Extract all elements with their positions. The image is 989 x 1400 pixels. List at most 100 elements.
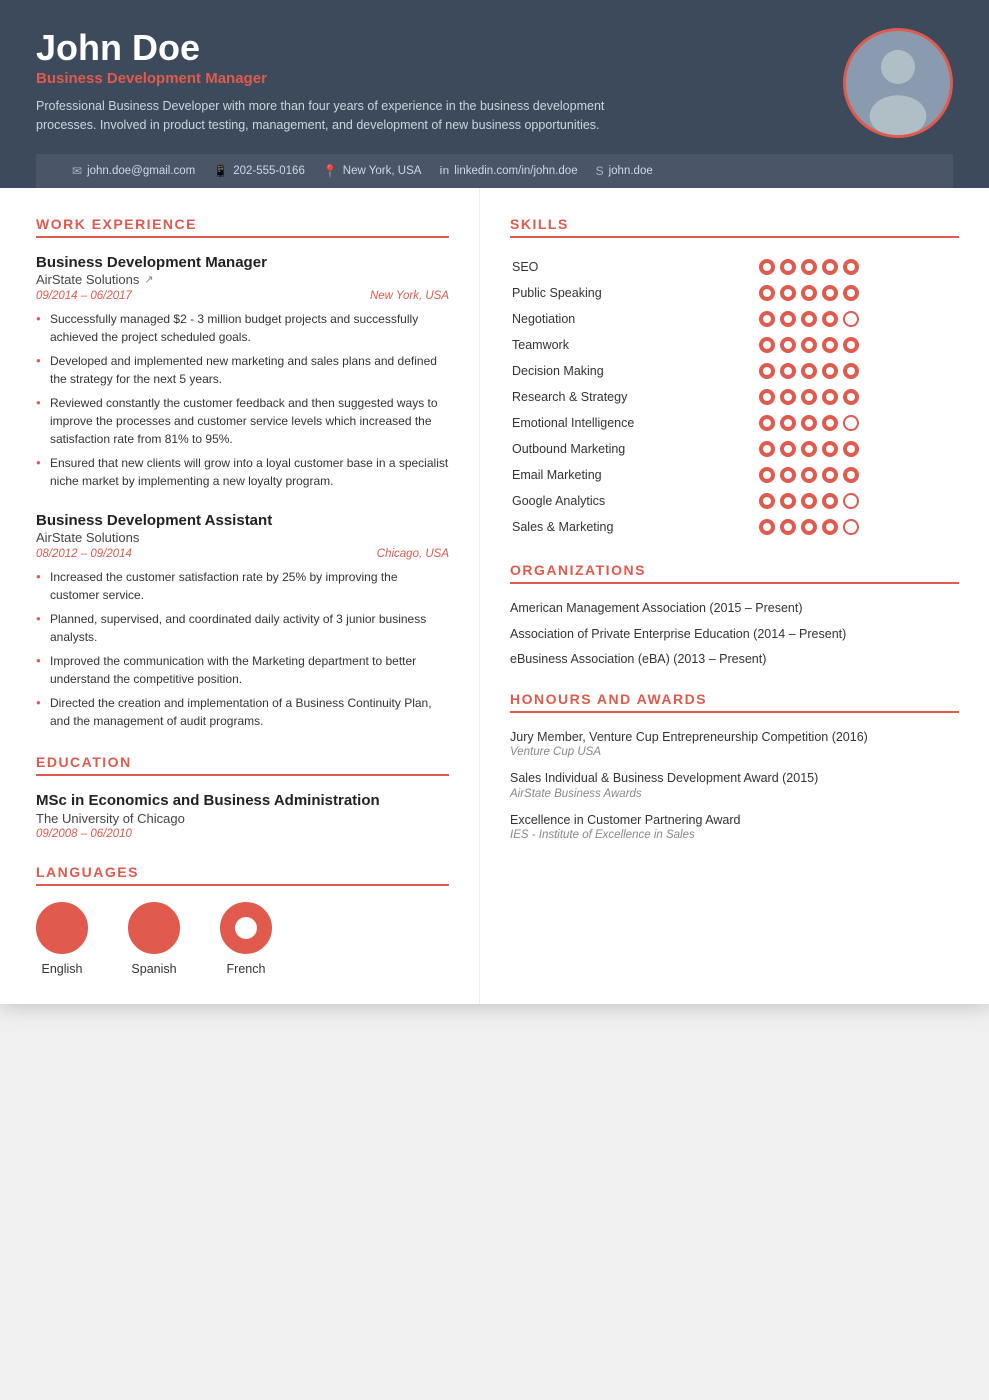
skill-dot <box>822 311 838 327</box>
honour-source: AirState Business Awards <box>510 788 959 800</box>
job-item: Business Development Manager AirState So… <box>36 254 449 490</box>
skill-dots-cell <box>757 410 959 436</box>
bullet-item: Successfully managed $2 - 3 million budg… <box>36 310 449 346</box>
edu-school: The University of Chicago <box>36 811 449 826</box>
skill-row: Negotiation <box>510 306 959 332</box>
language-level-circle <box>128 902 180 954</box>
skill-name-cell: Public Speaking <box>510 280 757 306</box>
bullet-item: Planned, supervised, and coordinated dai… <box>36 610 449 646</box>
skill-dot <box>759 467 775 483</box>
work-experience-section: WORK EXPERIENCE Business Development Man… <box>36 216 449 730</box>
skill-dot <box>780 285 796 301</box>
skill-row: Research & Strategy <box>510 384 959 410</box>
skill-dot <box>822 493 838 509</box>
edu-dates: 09/2008 – 06/2010 <box>36 828 449 840</box>
skill-dot <box>759 311 775 327</box>
job-company: AirState Solutions ↗ <box>36 272 449 287</box>
skill-name-cell: Sales & Marketing <box>510 514 757 540</box>
language-level-circle <box>36 902 88 954</box>
skill-dot <box>843 311 859 327</box>
skill-dots-cell <box>757 306 959 332</box>
language-name: Spanish <box>131 962 176 976</box>
job-company: AirState Solutions <box>36 530 449 545</box>
skill-dot <box>822 467 838 483</box>
skill-dot <box>759 519 775 535</box>
skill-name-cell: Email Marketing <box>510 462 757 488</box>
skill-dot <box>843 389 859 405</box>
edu-degree: MSc in Economics and Business Administra… <box>36 792 449 809</box>
skill-row: Public Speaking <box>510 280 959 306</box>
skill-dot <box>822 441 838 457</box>
skill-row: Email Marketing <box>510 462 959 488</box>
skill-dot <box>801 415 817 431</box>
organizations-heading: ORGANIZATIONS <box>510 562 959 584</box>
skill-row: Outbound Marketing <box>510 436 959 462</box>
honour-item: Jury Member, Venture Cup Entrepreneurshi… <box>510 729 959 759</box>
skill-dot <box>801 519 817 535</box>
languages-section: LANGUAGES English Spanish French <box>36 864 449 976</box>
skill-dot <box>759 337 775 353</box>
contact-bar: ✉ john.doe@gmail.com 📱 202-555-0166 📍 Ne… <box>36 154 953 188</box>
left-column: WORK EXPERIENCE Business Development Man… <box>0 188 480 1004</box>
bullet-item: Developed and implemented new marketing … <box>36 352 449 388</box>
skill-dot <box>843 415 859 431</box>
skill-dot <box>822 337 838 353</box>
education-section: EDUCATION MSc in Economics and Business … <box>36 754 449 840</box>
skill-dot <box>843 259 859 275</box>
language-english: English <box>36 902 88 976</box>
languages-heading: LANGUAGES <box>36 864 449 886</box>
skill-dot <box>843 493 859 509</box>
honours-heading: HONOURS AND AWARDS <box>510 691 959 713</box>
skill-dot <box>801 311 817 327</box>
job-bullets: Increased the customer satisfaction rate… <box>36 568 449 730</box>
candidate-name: John Doe <box>36 28 823 68</box>
skill-dot <box>780 441 796 457</box>
bullet-item: Reviewed constantly the customer feedbac… <box>36 394 449 448</box>
honour-source: Venture Cup USA <box>510 746 959 758</box>
skill-dot <box>759 493 775 509</box>
contact-linkedin: in linkedin.com/in/john.doe <box>439 165 595 177</box>
skill-dots-cell <box>757 280 959 306</box>
job-item: Business Development Assistant AirState … <box>36 512 449 730</box>
skill-row: Sales & Marketing <box>510 514 959 540</box>
right-column: SKILLS SEOPublic SpeakingNegotiationTeam… <box>480 188 989 1004</box>
education-heading: EDUCATION <box>36 754 449 776</box>
organizations-list: American Management Association (2015 – … <box>510 600 959 669</box>
skill-dot <box>780 389 796 405</box>
skill-row: Decision Making <box>510 358 959 384</box>
location-icon: 📍 <box>323 164 338 178</box>
skill-name-cell: Teamwork <box>510 332 757 358</box>
email-icon: ✉ <box>72 164 82 178</box>
language-french: French <box>220 902 272 976</box>
resume-container: John Doe Business Development Manager Pr… <box>0 0 989 1004</box>
skill-dot <box>801 285 817 301</box>
main-content: WORK EXPERIENCE Business Development Man… <box>0 188 989 1004</box>
skill-name-cell: Decision Making <box>510 358 757 384</box>
candidate-title: Business Development Manager <box>36 70 823 87</box>
skill-name-cell: SEO <box>510 254 757 280</box>
job-title: Business Development Manager <box>36 254 449 271</box>
bullet-item: Directed the creation and implementation… <box>36 694 449 730</box>
skill-dots-cell <box>757 254 959 280</box>
contact-email: ✉ john.doe@gmail.com <box>72 164 213 178</box>
skill-row: SEO <box>510 254 959 280</box>
honour-item: Excellence in Customer Partnering AwardI… <box>510 812 959 842</box>
skill-dot <box>780 337 796 353</box>
language-name: French <box>227 962 266 976</box>
work-experience-heading: WORK EXPERIENCE <box>36 216 449 238</box>
bullet-item: Increased the customer satisfaction rate… <box>36 568 449 604</box>
skill-dots-cell <box>757 358 959 384</box>
honour-title: Jury Member, Venture Cup Entrepreneurshi… <box>510 729 959 747</box>
job-meta: 09/2014 – 06/2017 New York, USA <box>36 290 449 302</box>
skill-dot <box>822 415 838 431</box>
honours-list: Jury Member, Venture Cup Entrepreneurshi… <box>510 729 959 842</box>
language-spanish: Spanish <box>128 902 180 976</box>
skill-dots-cell <box>757 462 959 488</box>
org-item: American Management Association (2015 – … <box>510 600 959 618</box>
skill-dot <box>780 493 796 509</box>
skills-section: SKILLS SEOPublic SpeakingNegotiationTeam… <box>510 216 959 540</box>
contact-skype: S john.doe <box>596 164 671 178</box>
skills-heading: SKILLS <box>510 216 959 238</box>
skill-dot <box>759 389 775 405</box>
skill-dot <box>759 259 775 275</box>
